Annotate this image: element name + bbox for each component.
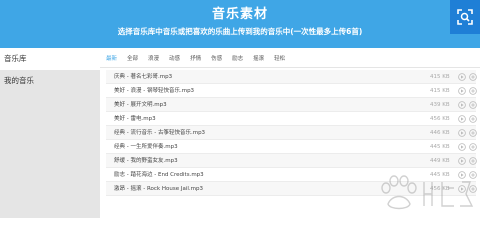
add-icon[interactable] (469, 115, 477, 123)
music-material-page: 音乐素材 选择音乐库中音乐或把喜欢的乐曲上传到我的音乐中(一次性最多上传6首) … (0, 0, 480, 218)
sidebar-item-my-music[interactable]: 我的音乐 (0, 70, 100, 92)
play-icon[interactable] (458, 129, 466, 137)
list-item[interactable]: 美好 - 浪漫 - 钢琴轻快音乐.mp3 415 KB (106, 84, 477, 98)
category-tabs: 最新 全部 浪漫 动感 抒情 伤感 励志 摇滚 轻松 (100, 48, 480, 68)
add-icon[interactable] (469, 143, 477, 151)
song-size: 456 KB (430, 116, 450, 122)
add-icon[interactable] (469, 101, 477, 109)
song-name: 美好 - 浪漫 - 钢琴轻快音乐.mp3 (114, 88, 195, 94)
list-item[interactable]: 庆典 - 著名七彩哥.mp3 415 KB (106, 70, 477, 84)
tab-romantic[interactable]: 浪漫 (148, 54, 159, 62)
song-name: 美好 - 展开文明.mp3 (114, 102, 167, 108)
song-name: 励志 - 踏花海边 - End Credits.mp3 (114, 172, 204, 178)
song-size: 439 KB (430, 102, 450, 108)
play-icon[interactable] (458, 143, 466, 151)
song-name: 美好 - 雷电.mp3 (114, 116, 156, 122)
add-icon[interactable] (469, 87, 477, 95)
sidebar-item-music-library[interactable]: 音乐库 (0, 48, 100, 70)
song-name: 经典 - 一生所爱伴奏.mp3 (114, 144, 178, 150)
song-size: 415 KB (430, 74, 450, 80)
tab-lyrical[interactable]: 抒情 (190, 54, 201, 62)
play-icon[interactable] (458, 115, 466, 123)
tab-relaxed[interactable]: 轻松 (274, 54, 285, 62)
list-item[interactable]: 美好 - 雷电.mp3 456 KB (106, 112, 477, 126)
play-icon[interactable] (458, 73, 466, 81)
song-size: 445 KB (430, 144, 450, 150)
sidebar: 音乐库 我的音乐 (0, 48, 100, 218)
add-icon[interactable] (469, 73, 477, 81)
song-name: 舒缓 - 我的野蛮女友.mp3 (114, 158, 178, 164)
add-icon[interactable] (469, 129, 477, 137)
tab-inspirational[interactable]: 励志 (232, 54, 243, 62)
song-size: 415 KB (430, 88, 450, 94)
tab-all[interactable]: 全部 (127, 54, 138, 62)
song-name: 经典 - 流行音乐 - 古筝轻快音乐.mp3 (114, 130, 206, 136)
song-size: 446 KB (430, 130, 450, 136)
baidu-jingyan-watermark (381, 175, 474, 210)
tab-rock[interactable]: 摇滚 (253, 54, 264, 62)
tab-latest[interactable]: 最新 (106, 54, 117, 62)
page-title: 音乐素材 (211, 7, 268, 22)
play-icon[interactable] (458, 87, 466, 95)
tab-sad[interactable]: 伤感 (211, 54, 222, 62)
scan-icon (457, 9, 473, 25)
song-name: 庆典 - 著名七彩哥.mp3 (114, 74, 173, 80)
list-item[interactable]: 美好 - 展开文明.mp3 439 KB (106, 98, 477, 112)
play-icon[interactable] (458, 101, 466, 109)
tab-dynamic[interactable]: 动感 (169, 54, 180, 62)
header: 音乐素材 选择音乐库中音乐或把喜欢的乐曲上传到我的音乐中(一次性最多上传6首) (0, 0, 480, 48)
list-item[interactable]: 经典 - 一生所爱伴奏.mp3 445 KB (106, 140, 477, 154)
song-name: 激昂 - 摇滚 - Rock House Jail.mp3 (114, 186, 203, 192)
page-subtitle: 选择音乐库中音乐或把喜欢的乐曲上传到我的音乐中(一次性最多上传6首) (117, 27, 363, 36)
scan-button[interactable] (450, 0, 480, 34)
list-item[interactable]: 经典 - 流行音乐 - 古筝轻快音乐.mp3 446 KB (106, 126, 477, 140)
